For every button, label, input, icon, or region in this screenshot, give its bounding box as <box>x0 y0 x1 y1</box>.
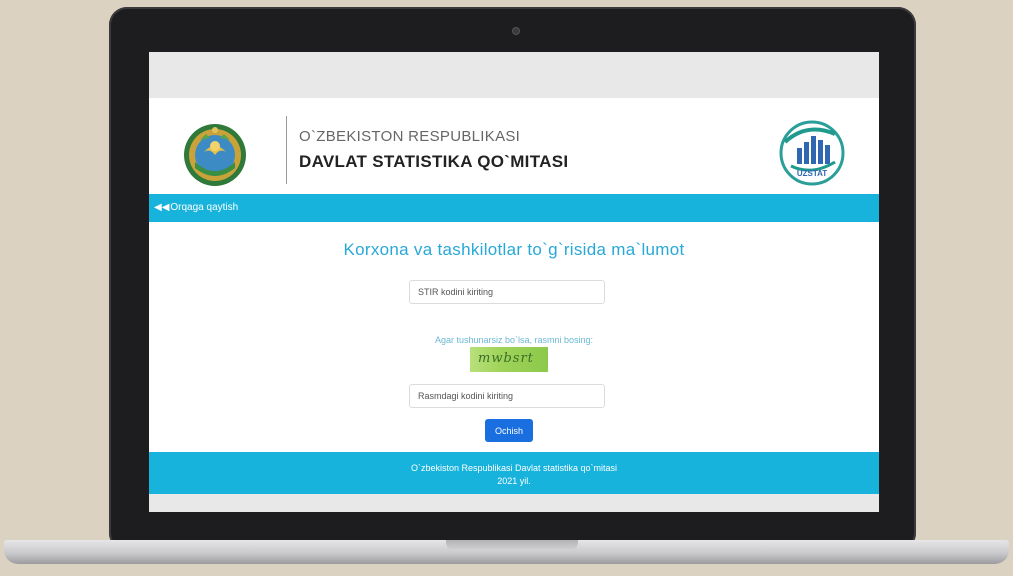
site-footer: O`zbekiston Respublikasi Davlat statisti… <box>149 452 879 494</box>
captcha-code-input[interactable] <box>409 384 605 408</box>
header-divider <box>286 116 287 184</box>
back-link[interactable]: ◀◀Orqaga qaytish <box>154 202 238 213</box>
site-header: O`ZBEKISTON RESPUBLIKASI DAVLAT STATISTI… <box>149 98 879 194</box>
org-name: DAVLAT STATISTIKA QO`MITASI <box>299 152 569 171</box>
captcha-hint: Agar tushunarsiz bo`lsa, rasmni bosing: <box>434 335 594 345</box>
footer-year: 2021 yil. <box>497 476 531 486</box>
double-left-arrow-icon: ◀◀ <box>154 202 170 213</box>
screen: O`ZBEKISTON RESPUBLIKASI DAVLAT STATISTI… <box>149 52 879 512</box>
org-country-name: O`ZBEKISTON RESPUBLIKASI <box>299 128 521 145</box>
state-emblem-icon <box>184 124 246 186</box>
laptop-hinge-notch <box>446 540 578 551</box>
uzstat-logo-label: UZSTAT <box>797 169 827 178</box>
camera-icon <box>512 27 520 35</box>
back-link-label: Orqaga qaytish <box>170 202 239 213</box>
open-button[interactable]: Ochish <box>485 419 533 442</box>
captcha-image[interactable]: mwbsrt <box>470 347 548 372</box>
footer-org-name: O`zbekiston Respublikasi Davlat statisti… <box>410 463 618 473</box>
page-title: Korxona va tashkilotlar to`g`risida ma`l… <box>343 240 685 259</box>
nav-bar: ◀◀Orqaga qaytish <box>149 194 879 222</box>
stir-input[interactable] <box>409 280 605 304</box>
captcha-text: mwbsrt <box>478 351 534 366</box>
uzstat-logo[interactable]: UZSTAT <box>777 120 847 186</box>
browser-bar <box>149 52 879 98</box>
page-bottom-area <box>149 494 879 512</box>
